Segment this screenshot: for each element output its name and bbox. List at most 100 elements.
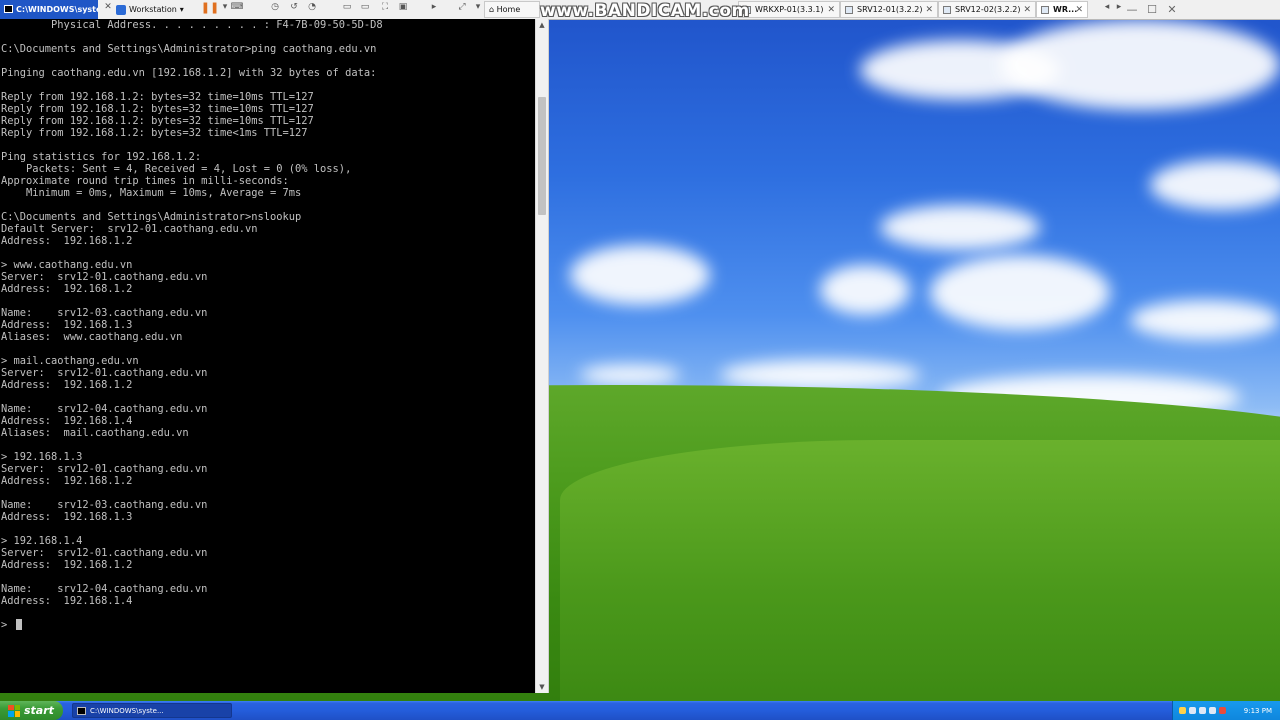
console-line: Approximate round trip times in milli-se… [1, 175, 289, 187]
home-icon: ⌂ [489, 5, 495, 14]
revert-snapshot-icon[interactable]: ↺ [287, 0, 301, 14]
tab-label: WR... [1053, 5, 1078, 14]
console-line: Pinging caothang.edu.vn [192.168.1.2] wi… [1, 67, 377, 79]
console-view-icon[interactable]: ▸ [427, 0, 441, 14]
console-line: Aliases: www.caothang.edu.vn [1, 331, 183, 343]
console-line: Ping statistics for 192.168.1.2: [1, 151, 202, 163]
tab-home[interactable]: ⌂ Home [484, 1, 540, 18]
scroll-down-icon[interactable]: ▼ [536, 681, 548, 693]
console-line: Aliases: mail.caothang.edu.vn [1, 427, 189, 439]
pin-icon[interactable]: ✕ [101, 0, 115, 14]
console-line: Reply from 192.168.1.2: bytes=32 time<1m… [1, 127, 308, 139]
console-line: Packets: Sent = 4, Received = 4, Lost = … [1, 163, 352, 175]
bandicam-watermark: www.BANDICAM.com [540, 1, 750, 21]
console-line: > www.caothang.edu.vn [1, 259, 133, 271]
scrollbar-thumb[interactable] [538, 97, 546, 215]
view-library-icon[interactable]: ▭ [340, 0, 354, 14]
console-line: Address: 192.168.1.4 [1, 595, 133, 607]
vm-icon [943, 5, 951, 14]
console-line: Address: 192.168.1.2 [1, 379, 133, 391]
vmware-toolbar: C:\WINDOWS\syste... ✕ Workstation ▾ ❚❚ ▾… [0, 0, 1280, 21]
tab-wr-active[interactable]: WR... ✕ [1036, 1, 1088, 18]
console-line: Server: srv12-01.caothang.edu.vn [1, 463, 208, 475]
alert-icon[interactable] [1219, 707, 1226, 714]
text-cursor [15, 619, 22, 630]
close-window-icon[interactable]: ✕ [1162, 0, 1182, 19]
minimize-icon[interactable]: — [1122, 0, 1142, 19]
console-line: Address: 192.168.1.2 [1, 283, 133, 295]
console-line: Name: srv12-04.caothang.edu.vn [1, 583, 208, 595]
workstation-menu[interactable]: Workstation ▾ [116, 0, 184, 19]
volume-icon[interactable] [1209, 707, 1216, 714]
scroll-up-icon[interactable]: ▲ [536, 19, 548, 31]
start-button[interactable]: start [0, 701, 63, 720]
tab-label: SRV12-01(3.2.2) [857, 5, 923, 14]
console-line: Server: srv12-01.caothang.edu.vn [1, 547, 208, 559]
console-line: Address: 192.168.1.3 [1, 319, 133, 331]
vm-icon [1041, 5, 1049, 14]
system-tray: 9:13 PM [1172, 701, 1280, 720]
console-line: Address: 192.168.1.3 [1, 511, 133, 523]
console-line: > 192.168.1.3 [1, 451, 83, 463]
console-line: Name: srv12-04.caothang.edu.vn [1, 403, 208, 415]
taskbar-clock: 9:13 PM [1243, 706, 1272, 715]
console-line: Reply from 192.168.1.2: bytes=32 time=10… [1, 91, 314, 103]
vm-icon [845, 5, 853, 14]
full-screen-icon[interactable]: ⛶ [378, 0, 392, 14]
console-line: Address: 192.168.1.4 [1, 415, 133, 427]
pause-icon[interactable]: ❚❚ [201, 0, 219, 14]
console-line: Address: 192.168.1.2 [1, 559, 133, 571]
stretch-guest-icon[interactable]: ⤢ [455, 0, 469, 14]
tab-label: SRV12-02(3.2.2) [955, 5, 1021, 14]
console-app-icon [77, 706, 86, 715]
workstation-menu-label: Workstation [129, 5, 177, 14]
console-line: Address: 192.168.1.2 [1, 475, 133, 487]
console-line: > mail.caothang.edu.vn [1, 355, 139, 367]
console-line: Minimum = 0ms, Maximum = 10ms, Average =… [1, 187, 302, 199]
taskbar-item-command-prompt[interactable]: C:\WINDOWS\syste... [72, 703, 232, 718]
console-line: Address: 192.168.1.2 [1, 235, 133, 247]
console-lines: Physical Address. . . . . . . . . : F4-7… [1, 19, 383, 607]
tab-wrkxp-01[interactable]: WRKXP-01(3.3.1) ✕ [738, 1, 840, 18]
network-icon-2[interactable] [1199, 707, 1206, 714]
send-ctrl-alt-del-icon[interactable]: ⌨ [230, 0, 244, 14]
console-line: > 192.168.1.4 [1, 535, 83, 547]
close-icon[interactable]: ✕ [1023, 5, 1031, 15]
windows-flag-icon [8, 704, 20, 717]
view-thumbnail-icon[interactable]: ▭ [358, 0, 372, 14]
tab-label: WRKXP-01(3.3.1) [755, 5, 824, 14]
tab-srv12-02[interactable]: SRV12-02(3.2.2) ✕ [938, 1, 1036, 18]
taskbar-item-label: C:\WINDOWS\syste... [90, 706, 164, 715]
snapshot-manager-icon[interactable]: ◔ [305, 0, 319, 14]
chevron-down-icon: ▾ [179, 5, 184, 14]
start-label: start [24, 704, 54, 717]
maximize-icon[interactable]: ☐ [1142, 0, 1162, 19]
command-prompt-window[interactable]: Physical Address. . . . . . . . . : F4-7… [0, 19, 549, 693]
console-line: C:\Documents and Settings\Administrator>… [1, 211, 302, 223]
console-line: Default Server: srv12-01.caothang.edu.vn [1, 223, 258, 235]
green-hill-shade [560, 440, 1280, 702]
snapshot-icon[interactable]: ◷ [268, 0, 282, 14]
tab-label: Home [496, 5, 521, 14]
tab-srv12-01[interactable]: SRV12-01(3.2.2) ✕ [840, 1, 938, 18]
console-line: C:\Documents and Settings\Administrator>… [1, 43, 377, 55]
stretch-dropdown-icon[interactable]: ▾ [471, 0, 485, 14]
taskbar: start C:\WINDOWS\syste... 9:13 PM [0, 701, 1280, 720]
console-line: Reply from 192.168.1.2: bytes=32 time=10… [1, 103, 314, 115]
console-line: Server: srv12-01.caothang.edu.vn [1, 271, 208, 283]
console-window-title-text: C:\WINDOWS\syste... [16, 5, 98, 14]
console-line: Name: srv12-03.caothang.edu.vn [1, 499, 208, 511]
console-line: Reply from 192.168.1.2: bytes=32 time=10… [1, 115, 314, 127]
console-scrollbar[interactable]: ▲ ▼ [535, 19, 548, 693]
unity-icon[interactable]: ▣ [396, 0, 410, 14]
close-icon[interactable]: ✕ [827, 5, 835, 15]
console-output: Physical Address. . . . . . . . . : F4-7… [1, 19, 531, 689]
console-line: Server: srv12-01.caothang.edu.vn [1, 367, 208, 379]
console-window-title[interactable]: C:\WINDOWS\syste... [0, 0, 98, 19]
close-icon[interactable]: ✕ [1075, 5, 1083, 15]
close-icon[interactable]: ✕ [925, 5, 933, 15]
console-prompt: > [1, 619, 8, 631]
security-shield-icon[interactable] [1179, 707, 1186, 714]
network-icon[interactable] [1189, 707, 1196, 714]
workstation-icon [116, 4, 126, 15]
